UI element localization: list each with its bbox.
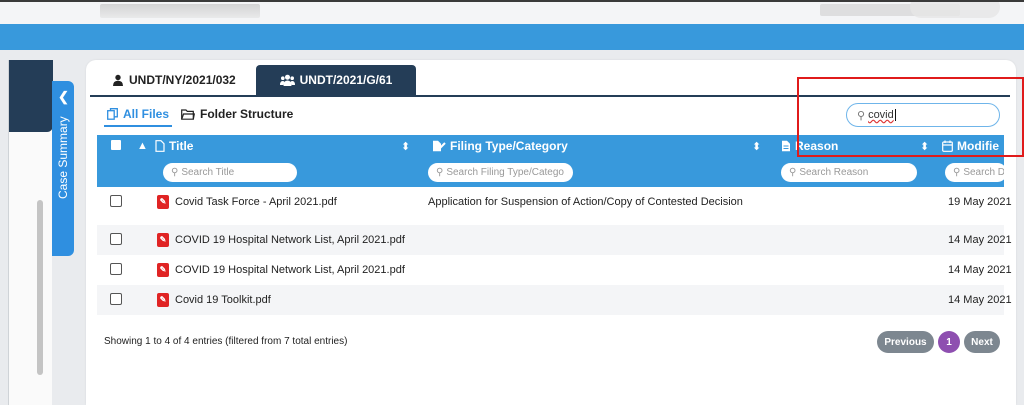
table-header: ▲ Title ⬍ Filing Type/Category ⬍ Reason … [97,135,1004,187]
table-row[interactable]: ✎ COVID 19 Hospital Network List, April … [97,225,1012,255]
search-placeholder: Search Title [181,167,235,178]
column-label: Title [169,139,194,153]
search-filing-input[interactable]: ⚲ Search Filing Type/Catego [428,163,573,182]
tab-label: UNDT/NY/2021/032 [129,73,236,87]
tab-label: UNDT/2021/G/61 [299,73,393,87]
pdf-icon: ✎ [157,195,169,209]
user-icon [113,74,123,86]
sort-icon[interactable]: ⬍ [920,140,929,153]
file-signature-icon [433,140,446,152]
subtab-folder-structure[interactable]: Folder Structure [181,107,293,121]
left-panel-scrollbar[interactable] [37,200,43,375]
search-icon: ⚲ [857,109,866,122]
file-icon [155,140,165,152]
nav-bar [0,24,1024,50]
sort-up-icon[interactable]: ▲ [137,140,148,152]
top-header [0,0,1024,24]
subtab-all-files[interactable]: All Files [107,107,169,121]
search-icon: ⚲ [789,167,797,178]
next-page-button[interactable]: Next [964,331,1000,353]
row-filing-type: Application for Suspension of Action/Cop… [428,196,743,208]
tab-case-undt-2021-g-61[interactable]: UNDT/2021/G/61 [256,65,416,95]
sort-icon[interactable]: ⬍ [752,140,761,153]
calendar-icon [942,140,953,152]
search-reason-input[interactable]: ⚲ Search Reason [781,163,917,182]
header-control-blurred [910,2,1000,18]
sort-icon[interactable]: ⬍ [401,140,410,153]
pdf-icon: ✎ [157,263,169,277]
subtab-underline [104,125,172,127]
row-title[interactable]: Covid 19 Toolkit.pdf [175,294,271,306]
row-title[interactable]: COVID 19 Hospital Network List, April 20… [175,234,405,246]
column-label: Modifie [957,139,999,153]
column-label: Reason [795,139,839,153]
current-page-button[interactable]: 1 [938,331,960,353]
pdf-icon: ✎ [157,233,169,247]
text-caret [894,109,896,121]
search-modified-input[interactable]: ⚲ Search D [945,163,1004,182]
row-date: 14 May 2021 [948,264,1012,276]
pdf-icon: ✎ [157,293,169,307]
column-header-title[interactable]: Title [155,139,193,153]
previous-page-button[interactable]: Previous [877,331,934,353]
select-all-checkbox[interactable] [111,140,121,150]
table-row[interactable]: ✎ Covid Task Force - April 2021.pdf Appl… [97,187,1012,217]
row-checkbox[interactable] [110,293,122,305]
search-placeholder: Search D [963,167,1004,178]
tab-underline [90,95,1010,97]
folder-icon [181,108,195,120]
search-icon: ⚲ [171,167,179,178]
left-panel-header [9,60,53,132]
subtab-label: Folder Structure [200,107,294,121]
case-summary-toggle[interactable]: ❮ Case Summary [52,81,74,256]
table-row[interactable]: ✎ Covid 19 Toolkit.pdf 14 May 2021 [97,285,1012,315]
row-date: 19 May 2021 [948,196,1012,208]
search-placeholder: Search Reason [799,167,869,178]
search-value: covid [868,109,894,121]
search-icon: ⚲ [953,167,961,178]
column-header-modified[interactable]: Modifie [942,139,999,153]
case-summary-label: Case Summary [56,116,70,199]
global-search-input[interactable]: ⚲ covid [846,103,1000,127]
search-title-input[interactable]: ⚲ Search Title [163,163,297,182]
row-checkbox[interactable] [110,263,122,275]
column-header-reason[interactable]: Reason [781,139,838,153]
entries-info: Showing 1 to 4 of 4 entries (filtered fr… [104,336,348,347]
row-title[interactable]: Covid Task Force - April 2021.pdf [175,196,337,208]
search-icon: ⚲ [436,167,444,178]
row-date: 14 May 2021 [948,294,1012,306]
tab-case-undt-ny-2021-032[interactable]: UNDT/NY/2021/032 [100,65,252,95]
row-checkbox[interactable] [110,195,122,207]
column-label: Filing Type/Category [450,139,568,153]
search-placeholder: Search Filing Type/Catego [446,167,564,178]
file-text-icon [782,140,790,152]
subtab-label: All Files [123,107,170,121]
copy-icon [107,108,118,120]
row-date: 14 May 2021 [948,234,1012,246]
chevron-left-icon[interactable]: ❮ [58,89,69,105]
table-row[interactable]: ✎ COVID 19 Hospital Network List, April … [97,255,1012,285]
column-header-filing[interactable]: Filing Type/Category [432,139,568,153]
header-title-blurred [100,4,260,18]
left-panel [8,60,53,405]
row-checkbox[interactable] [110,233,122,245]
users-icon [279,74,295,86]
row-title[interactable]: COVID 19 Hospital Network List, April 20… [175,264,405,276]
